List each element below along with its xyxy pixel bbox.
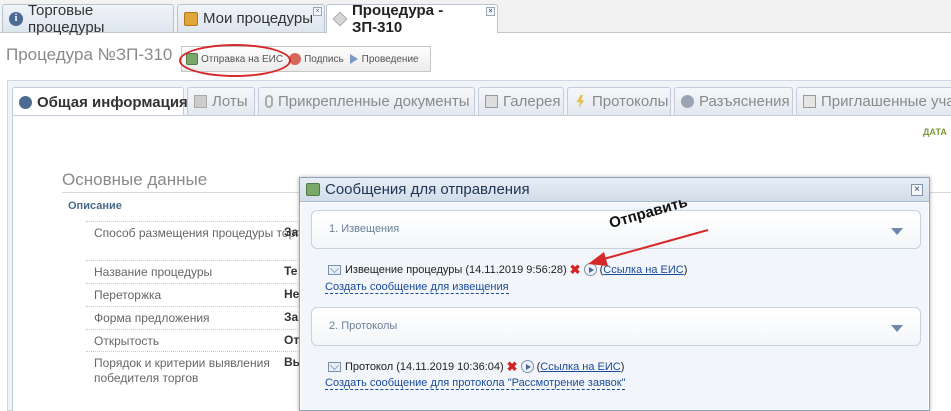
field-value: За	[284, 310, 299, 324]
dialog-header[interactable]: Сообщения для отправления	[300, 178, 929, 202]
close-tab-icon[interactable]: ×	[313, 7, 322, 16]
page-title: Процедура №ЗП-310	[6, 45, 173, 64]
field-value: От	[284, 333, 300, 347]
tab-clarifications[interactable]: Разъяснения	[674, 87, 793, 115]
highlight-ellipse	[179, 44, 291, 77]
tab-label: Галерея	[503, 93, 561, 110]
tab-general-info[interactable]: Общая информация	[12, 87, 188, 116]
eis-link[interactable]: Ссылка на ЕИС	[540, 361, 620, 373]
group-title: 1. Извещения	[329, 223, 400, 235]
button-label: Проведение	[361, 53, 419, 65]
mail-icon	[803, 95, 816, 108]
field-label: Название процедуры	[86, 260, 316, 284]
messages-dialog: Сообщения для отправления × 1. Извещения…	[299, 177, 930, 411]
tab-procedure[interactable]: Процедура - ЗП-310 ×	[326, 2, 498, 36]
tab-trade-procedures[interactable]: i Торговые процедуры	[2, 2, 174, 36]
tab-label: Процедура - ЗП-310	[352, 2, 444, 36]
tab-label: Прикрепленные документы	[278, 93, 470, 110]
protocols-group-header[interactable]: 2. Протоколы	[311, 307, 921, 346]
field-value: Не	[284, 287, 300, 301]
tab-label: Приглашенные участ	[821, 93, 951, 110]
chevron-down-icon[interactable]	[891, 228, 903, 235]
description-label: Описание	[68, 200, 122, 212]
tab-attached-docs[interactable]: Прикрепленные документы	[258, 87, 475, 115]
tab-invited-participants[interactable]: Приглашенные участ	[796, 87, 951, 115]
button-label: Подпись	[304, 53, 344, 65]
field-value: Те	[284, 264, 298, 278]
info-icon	[681, 95, 694, 108]
delete-icon[interactable]: ✖	[570, 263, 581, 276]
gallery-icon	[485, 95, 498, 108]
field-label: Порядок и критерии выявления победителя …	[86, 351, 316, 395]
field-value: За	[284, 225, 299, 239]
send-icon	[306, 183, 320, 196]
chevron-down-icon[interactable]	[891, 325, 903, 332]
annotation-arrow	[588, 229, 709, 266]
tab-label: Мои процедуры	[203, 10, 314, 27]
field-label: Форма предложения	[86, 306, 316, 330]
tab-my-procedures[interactable]: Мои процедуры ×	[177, 4, 325, 32]
delete-icon[interactable]: ✖	[507, 360, 518, 373]
box-icon	[194, 95, 207, 108]
create-notice-message-link[interactable]: Создать сообщение для извещения	[325, 281, 509, 294]
sign-button[interactable]: Подпись	[289, 53, 344, 65]
create-protocol-message-link[interactable]: Создать сообщение для протокола "Рассмот…	[325, 377, 626, 390]
tab-lots[interactable]: Лоты	[187, 87, 255, 115]
tab-label: Торговые процедуры	[28, 1, 105, 36]
field-label: Открытость	[86, 329, 316, 353]
tab-protocols[interactable]: Протоколы	[567, 87, 671, 115]
envelope-icon	[328, 264, 341, 275]
message-text: Извещение процедуры (14.11.2019 9:56:28)	[345, 263, 567, 276]
tab-label: Протоколы	[592, 93, 669, 110]
group-title: 2. Протоколы	[329, 320, 398, 332]
lightning-icon	[576, 95, 585, 108]
tab-gallery[interactable]: Галерея	[478, 87, 564, 115]
tab-label: Разъяснения	[699, 93, 790, 110]
tab-label: Общая информация	[37, 93, 188, 111]
envelope-icon	[328, 361, 341, 372]
dialog-title: Сообщения для отправления	[325, 181, 530, 198]
section-tabs: Общая информация Лоты Прикрепленные доку…	[12, 87, 951, 116]
info-icon: i	[9, 11, 23, 26]
info-icon	[19, 95, 32, 109]
close-tab-icon[interactable]: ×	[486, 7, 495, 16]
conduct-button[interactable]: Проведение	[349, 53, 419, 65]
send-arrow-icon[interactable]	[520, 360, 534, 373]
tab-label: Лоты	[212, 93, 248, 110]
play-icon	[349, 54, 358, 64]
date-label: ДАТА	[923, 127, 947, 137]
message-text: Протокол (14.11.2019 10:36:04)	[345, 360, 504, 373]
paperclip-icon	[265, 95, 273, 108]
folder-icon	[184, 11, 198, 26]
box-icon	[332, 11, 348, 27]
protocol-message-row: Протокол (14.11.2019 10:36:04) ✖ (Ссылка…	[328, 360, 624, 373]
close-icon[interactable]: ×	[911, 184, 923, 196]
field-label: Способ размещения процедуры торгов	[86, 221, 316, 264]
field-value: Вь	[284, 355, 301, 369]
field-label: Переторжка	[86, 283, 316, 307]
